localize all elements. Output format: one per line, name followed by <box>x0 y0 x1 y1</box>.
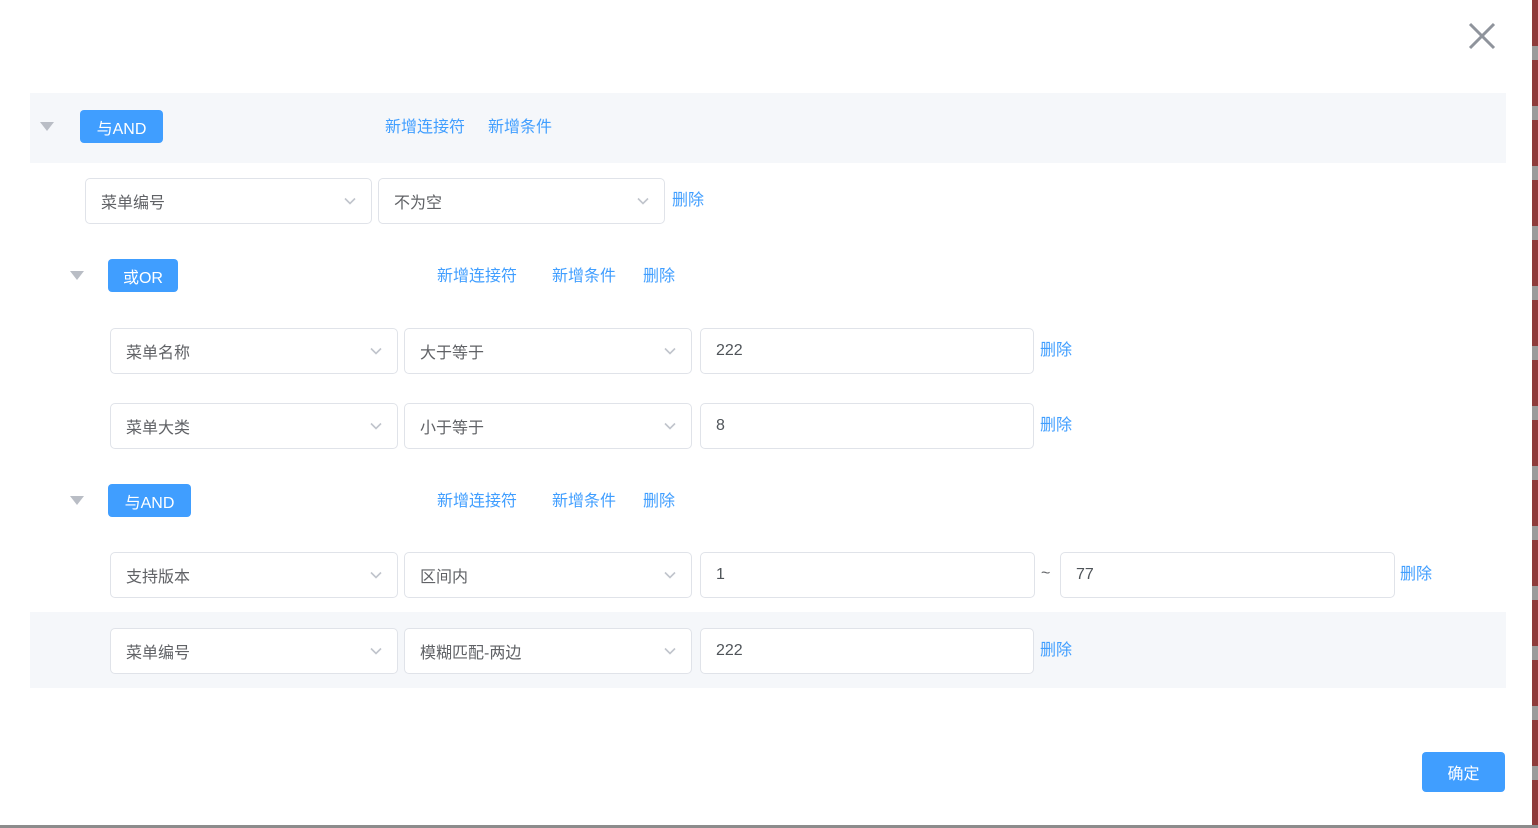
operator-select[interactable]: 小于等于 <box>404 403 692 449</box>
value-input[interactable] <box>700 403 1034 449</box>
field-select[interactable]: 菜单编号 <box>110 628 398 674</box>
field-select-value: 菜单大类 <box>126 414 190 438</box>
operator-select-value: 大于等于 <box>420 339 484 363</box>
delete-link[interactable]: 删除 <box>643 266 675 288</box>
range-separator: ~ <box>1041 565 1050 583</box>
field-select-value: 菜单编号 <box>126 639 190 663</box>
chevron-down-icon <box>369 344 383 358</box>
operator-select-value: 不为空 <box>394 189 442 213</box>
operator-select[interactable]: 区间内 <box>404 552 692 598</box>
add-condition-link[interactable]: 新增条件 <box>552 266 616 288</box>
delete-link[interactable]: 删除 <box>1400 564 1432 586</box>
operator-select-value: 模糊匹配-两边 <box>420 639 521 663</box>
connector-badge[interactable]: 与AND <box>108 484 191 517</box>
range-to-input[interactable] <box>1060 552 1395 598</box>
chevron-down-icon <box>663 644 677 658</box>
expand-caret-icon[interactable] <box>70 271 84 280</box>
connector-badge[interactable]: 与AND <box>80 110 163 143</box>
field-select[interactable]: 菜单名称 <box>110 328 398 374</box>
chevron-down-icon <box>663 344 677 358</box>
connector-badge[interactable]: 或OR <box>108 259 178 292</box>
confirm-button[interactable]: 确定 <box>1422 752 1505 792</box>
chevron-down-icon <box>343 194 357 208</box>
field-select[interactable]: 菜单大类 <box>110 403 398 449</box>
chevron-down-icon <box>636 194 650 208</box>
expand-caret-icon[interactable] <box>70 496 84 505</box>
operator-select[interactable]: 不为空 <box>378 178 665 224</box>
operator-select-value: 区间内 <box>420 563 468 587</box>
value-input[interactable] <box>700 328 1034 374</box>
chevron-down-icon <box>369 644 383 658</box>
condition-builder-dialog: 与AND 新增连接符 新增条件 菜单编号 不为空 删除 或OR 新增连接符 新增… <box>0 0 1538 828</box>
add-connector-link[interactable]: 新增连接符 <box>385 117 465 139</box>
add-condition-link[interactable]: 新增条件 <box>488 117 552 139</box>
field-select-value: 菜单编号 <box>101 189 165 213</box>
operator-select[interactable]: 模糊匹配-两边 <box>404 628 692 674</box>
delete-link[interactable]: 删除 <box>1040 640 1072 662</box>
delete-link[interactable]: 删除 <box>672 190 704 212</box>
add-connector-link[interactable]: 新增连接符 <box>437 266 517 288</box>
operator-select-value: 小于等于 <box>420 414 484 438</box>
add-condition-link[interactable]: 新增条件 <box>552 491 616 513</box>
field-select-value: 菜单名称 <box>126 339 190 363</box>
field-select-value: 支持版本 <box>126 563 190 587</box>
delete-link[interactable]: 删除 <box>643 491 675 513</box>
chevron-down-icon <box>369 419 383 433</box>
value-input[interactable] <box>700 628 1034 674</box>
range-from-input[interactable] <box>700 552 1035 598</box>
operator-select[interactable]: 大于等于 <box>404 328 692 374</box>
chevron-down-icon <box>369 568 383 582</box>
expand-caret-icon[interactable] <box>40 122 54 131</box>
chevron-down-icon <box>663 568 677 582</box>
field-select[interactable]: 支持版本 <box>110 552 398 598</box>
add-connector-link[interactable]: 新增连接符 <box>437 491 517 513</box>
root-group-header-row <box>30 93 1506 163</box>
delete-link[interactable]: 删除 <box>1040 415 1072 437</box>
right-scrollbar[interactable] <box>1532 0 1538 825</box>
close-icon[interactable] <box>1460 14 1504 58</box>
field-select[interactable]: 菜单编号 <box>85 178 372 224</box>
chevron-down-icon <box>663 419 677 433</box>
delete-link[interactable]: 删除 <box>1040 340 1072 362</box>
